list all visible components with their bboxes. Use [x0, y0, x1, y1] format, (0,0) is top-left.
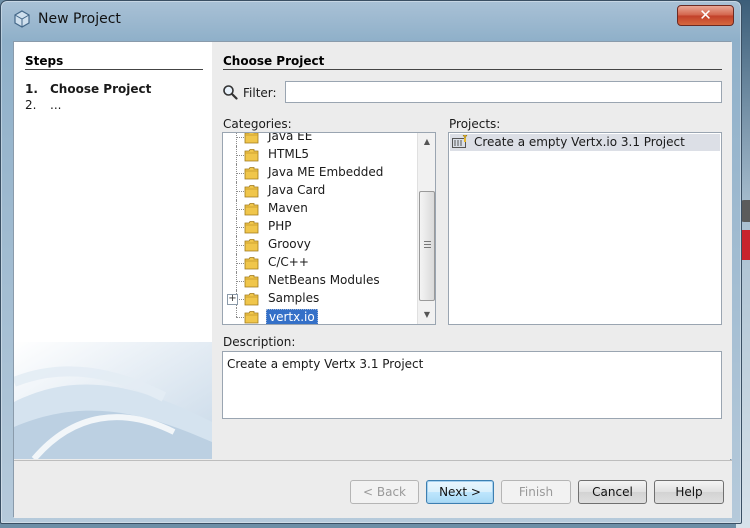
category-item[interactable]: + Samples: [223, 290, 417, 308]
category-label: C/C++: [268, 255, 309, 269]
step-item-choose-project: 1. Choose Project: [25, 82, 152, 96]
folder-icon: [244, 220, 259, 234]
back-button[interactable]: < Back: [350, 480, 419, 504]
category-label: Java EE: [268, 132, 313, 143]
project-item-label: Create a empty Vertx.io 3.1 Project: [474, 135, 685, 149]
title-bar[interactable]: New Project ✕: [1, 1, 741, 39]
category-label: Maven: [268, 201, 308, 215]
categories-list: Java EE HTML5 Java ME Embedded Java Card Mav…: [223, 132, 417, 324]
project-item[interactable]: Create a empty Vertx.io 3.1 Project: [450, 134, 720, 151]
folder-icon: [244, 292, 259, 306]
category-label: PHP: [268, 219, 292, 233]
scroll-up-arrow-icon[interactable]: ▲: [419, 134, 435, 150]
choose-project-panel: Choose Project Filter: Categories: Proje…: [212, 42, 732, 459]
new-project-dialog: New Project ✕ Steps 1. Choose Project 2..…: [0, 0, 742, 524]
category-item[interactable]: Groovy: [223, 236, 417, 254]
category-label: Groovy: [268, 237, 311, 251]
category-label: Java Card: [268, 183, 326, 197]
categories-scrollbar[interactable]: ▲ ▼: [417, 133, 435, 324]
description-label: Description:: [223, 335, 296, 349]
folder-icon: [244, 148, 259, 162]
folder-icon: [244, 238, 259, 252]
steps-panel: Steps 1. Choose Project 2....: [14, 42, 212, 459]
folder-icon: [244, 202, 259, 216]
category-label: Samples: [268, 291, 320, 305]
help-button[interactable]: Help: [654, 480, 724, 504]
category-item[interactable]: Java ME Embedded: [223, 164, 417, 182]
filter-label: Filter:: [243, 86, 277, 100]
category-item[interactable]: C/C++: [223, 254, 417, 272]
filter-input[interactable]: [285, 81, 722, 103]
folder-icon: [244, 274, 259, 288]
step-item-next: 2....: [25, 98, 62, 112]
categories-label: Categories:: [223, 117, 292, 131]
folder-icon: [244, 310, 259, 324]
category-item[interactable]: NetBeans Modules: [223, 272, 417, 290]
folder-icon: [244, 166, 259, 180]
folder-icon: [244, 256, 259, 270]
categories-tree[interactable]: Java EE HTML5 Java ME Embedded Java Card Mav…: [222, 132, 436, 325]
button-bar: < Back Next > Finish Cancel Help: [14, 460, 732, 518]
category-item[interactable]: vertx.io: [223, 308, 417, 324]
decorative-swoosh: [14, 342, 212, 459]
netbeans-cube-icon: [14, 10, 30, 28]
category-label: NetBeans Modules: [268, 273, 380, 287]
project-icon: [452, 135, 468, 148]
window-title: New Project: [38, 11, 121, 27]
close-button[interactable]: ✕: [677, 5, 734, 26]
scroll-thumb[interactable]: [419, 191, 435, 301]
category-item[interactable]: Java Card: [223, 182, 417, 200]
projects-label: Projects:: [449, 117, 501, 131]
category-label: HTML5: [268, 147, 310, 161]
cancel-button[interactable]: Cancel: [578, 480, 647, 504]
folder-icon: [244, 133, 259, 144]
dialog-body: Steps 1. Choose Project 2.... Choose Pro…: [13, 41, 732, 518]
category-item[interactable]: Maven: [223, 200, 417, 218]
category-item[interactable]: HTML5: [223, 146, 417, 164]
expand-plus-icon[interactable]: +: [227, 294, 238, 305]
section-title: Choose Project: [223, 54, 325, 68]
category-label: vertx.io: [266, 309, 318, 324]
finish-button[interactable]: Finish: [501, 480, 571, 504]
category-item[interactable]: PHP: [223, 218, 417, 236]
scroll-down-arrow-icon[interactable]: ▼: [419, 307, 435, 323]
steps-title: Steps: [25, 54, 64, 68]
category-label: Java ME Embedded: [268, 165, 384, 179]
folder-icon: [244, 184, 259, 198]
description-text: Create a empty Vertx 3.1 Project: [222, 351, 722, 419]
magnifier-icon: [223, 85, 238, 100]
next-button[interactable]: Next >: [426, 480, 494, 504]
category-item[interactable]: Java EE: [223, 132, 417, 146]
projects-list[interactable]: Create a empty Vertx.io 3.1 Project: [448, 132, 722, 325]
